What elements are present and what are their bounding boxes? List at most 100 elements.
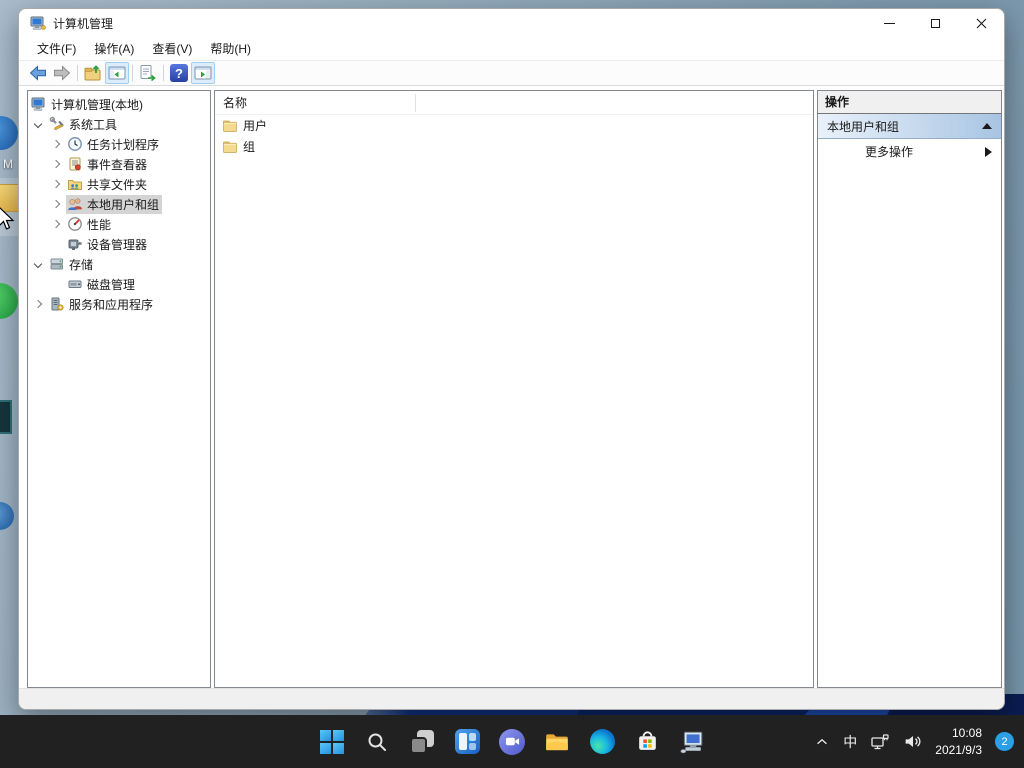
tree-item-label: 任务计划程序 <box>87 136 159 153</box>
tree-item-storage[interactable]: 存储 <box>28 254 210 274</box>
notification-badge[interactable]: 2 <box>995 732 1014 751</box>
system-tools-icon <box>49 116 65 132</box>
list-item-label: 用户 <box>243 117 267 134</box>
desktop-icon-blue-app[interactable] <box>0 116 18 150</box>
tree-item-label: 系统工具 <box>69 116 117 133</box>
clock[interactable]: 10:08 2021/9/3 <box>935 725 982 757</box>
chevron-right-icon[interactable] <box>34 300 42 308</box>
file-explorer-icon <box>544 729 570 755</box>
tree-item-label: 服务和应用程序 <box>69 296 153 313</box>
tree-item-services-and-applications[interactable]: 服务和应用程序 <box>28 294 210 314</box>
menu-file[interactable]: 文件(F) <box>28 38 85 59</box>
content-area: 计算机管理(本地) <box>19 86 1004 688</box>
computer-management-taskbar-button[interactable] <box>678 728 706 756</box>
tree-item-computer-management-local[interactable]: 计算机管理(本地) <box>28 94 210 114</box>
store-icon <box>635 729 660 754</box>
title-bar[interactable]: 计算机管理 <box>19 9 1004 37</box>
tree-item-disk-management[interactable]: 磁盘管理 <box>28 274 210 294</box>
action-pane-toggle-button[interactable] <box>191 62 215 84</box>
task-view-button[interactable] <box>408 728 436 756</box>
close-button[interactable] <box>958 9 1004 37</box>
device-manager-icon <box>67 236 83 252</box>
more-actions-item[interactable]: 更多操作 <box>818 139 1001 164</box>
column-header-name[interactable]: 名称 <box>215 91 813 115</box>
actions-pane: 操作 本地用户和组 更多操作 <box>817 90 1002 688</box>
tree-item-event-viewer[interactable]: 事件查看器 <box>28 154 210 174</box>
maximize-button[interactable] <box>912 9 958 37</box>
up-level-button[interactable] <box>81 62 105 84</box>
computer-icon <box>31 96 47 112</box>
chevron-right-icon[interactable] <box>52 140 60 148</box>
menu-help[interactable]: 帮助(H) <box>201 38 260 59</box>
tree-item-label: 磁盘管理 <box>87 276 135 293</box>
chevron-right-icon[interactable] <box>52 200 60 208</box>
tree-item-label: 本地用户和组 <box>87 196 159 213</box>
chevron-down-icon[interactable] <box>34 260 42 268</box>
tree-item-task-scheduler[interactable]: 任务计划程序 <box>28 134 210 154</box>
desktop-icon-green-app[interactable] <box>0 283 18 319</box>
chevron-right-icon[interactable] <box>52 160 60 168</box>
tray-chevron-up-icon[interactable] <box>814 734 830 750</box>
chevron-right-icon[interactable] <box>52 220 60 228</box>
services-applications-icon <box>49 296 65 312</box>
desktop-icon-blue-app2[interactable] <box>0 502 14 530</box>
actions-pane-title: 操作 <box>818 91 1001 114</box>
forward-arrow-icon <box>52 63 72 83</box>
console-tree-toggle-button[interactable] <box>105 62 129 84</box>
back-arrow-icon <box>28 63 48 83</box>
windows-logo-icon <box>320 730 344 754</box>
tray-time: 10:08 <box>935 725 982 741</box>
status-bar <box>19 688 1004 709</box>
system-tray: 中 10:08 2021/9/3 2 <box>814 715 1014 768</box>
collapse-triangle-icon[interactable] <box>982 123 992 129</box>
desktop-icon-label: M <box>3 157 13 171</box>
submenu-triangle-icon <box>985 147 992 157</box>
widgets-button[interactable] <box>453 728 481 756</box>
tree-item-label: 计算机管理(本地) <box>51 96 143 113</box>
volume-icon[interactable] <box>903 732 922 751</box>
forward-button[interactable] <box>50 62 74 84</box>
tree-item-performance[interactable]: 性能 <box>28 214 210 234</box>
tree-item-label: 性能 <box>87 216 111 233</box>
close-icon <box>976 18 987 29</box>
console-tree-pane: 计算机管理(本地) <box>27 90 211 688</box>
up-folder-icon <box>83 63 103 83</box>
menu-action[interactable]: 操作(A) <box>85 38 143 59</box>
back-button[interactable] <box>26 62 50 84</box>
computer-management-window: 计算机管理 文件(F) 操作(A) 查看(V) 帮助(H) <box>18 8 1005 710</box>
export-list-icon <box>138 63 158 83</box>
tray-date: 2021/9/3 <box>935 742 982 758</box>
event-viewer-icon <box>67 156 83 172</box>
chat-button[interactable] <box>498 728 526 756</box>
start-button[interactable] <box>318 728 346 756</box>
tree-item-local-users-and-groups[interactable]: 本地用户和组 <box>28 194 210 214</box>
performance-icon <box>67 216 83 232</box>
edge-icon <box>590 729 615 754</box>
list-item-users[interactable]: 用户 <box>215 115 813 136</box>
menu-view[interactable]: 查看(V) <box>143 38 201 59</box>
list-item-label: 组 <box>243 138 255 155</box>
tree-item-system-tools[interactable]: 系统工具 <box>28 114 210 134</box>
toolbar: ? <box>19 60 1004 86</box>
store-button[interactable] <box>633 728 661 756</box>
computer-management-icon <box>30 15 46 31</box>
search-button[interactable] <box>363 728 391 756</box>
desktop-icon-dark-app[interactable] <box>0 400 12 434</box>
file-explorer-button[interactable] <box>543 728 571 756</box>
minimize-button[interactable] <box>866 9 912 37</box>
export-list-button[interactable] <box>136 62 160 84</box>
local-users-groups-icon <box>67 196 83 212</box>
chat-icon <box>499 729 525 755</box>
shared-folders-icon <box>67 176 83 192</box>
chevron-down-icon[interactable] <box>34 120 42 128</box>
ime-indicator[interactable]: 中 <box>843 732 857 752</box>
help-button[interactable]: ? <box>167 62 191 84</box>
list-item-groups[interactable]: 组 <box>215 136 813 157</box>
chevron-right-icon[interactable] <box>52 180 60 188</box>
widgets-icon <box>455 729 480 754</box>
edge-button[interactable] <box>588 728 616 756</box>
network-icon[interactable] <box>870 732 890 752</box>
tree-item-device-manager[interactable]: 设备管理器 <box>28 234 210 254</box>
actions-section-header[interactable]: 本地用户和组 <box>818 114 1001 139</box>
tree-item-shared-folders[interactable]: 共享文件夹 <box>28 174 210 194</box>
